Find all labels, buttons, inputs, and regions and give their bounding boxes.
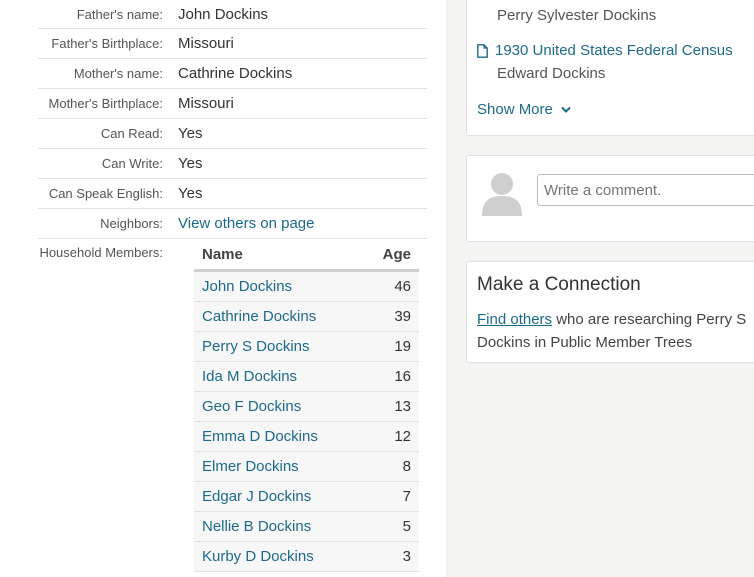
member-name-link[interactable]: Perry S Dockins <box>194 331 363 362</box>
census-person-name: Edward Dockins <box>497 65 606 82</box>
record-details-panel: Father's name: John Dockins Father's Birth… <box>0 0 446 577</box>
detail-row: Can Speak English: Yes <box>38 179 427 209</box>
detail-value: Cathrine Dockins <box>178 65 293 82</box>
col-name-header: Name <box>194 240 363 272</box>
member-name-link[interactable]: Geo F Dockins <box>194 391 363 422</box>
detail-row: Can Write: Yes <box>38 149 427 179</box>
detail-row: Can Read: Yes <box>38 119 427 149</box>
detail-label: Can Speak English: <box>48 186 163 201</box>
household-member-row: John Dockins 46 <box>194 270 419 302</box>
detail-label: Can Read: <box>100 126 163 141</box>
detail-value: John Dockins <box>178 5 269 23</box>
member-name-link[interactable]: Nellie B Dockins <box>194 511 363 542</box>
household-section: Household Members: Name Age John Dockins… <box>38 240 427 572</box>
member-age: 16 <box>362 361 419 392</box>
member-age: 39 <box>362 301 419 332</box>
make-connection-text: Find others who are researching Perry S … <box>477 308 752 354</box>
household-member-row: Elmer Dockins 8 <box>194 451 419 482</box>
household-member-row: Ida M Dockins 16 <box>194 361 419 392</box>
detail-label: Can Write: <box>101 156 163 171</box>
household-table: Name Age John Dockins 46 Cathrine Dockins 3… <box>194 240 419 572</box>
household-member-row: Nellie B Dockins 5 <box>194 511 419 542</box>
detail-row: Father's Birthplace: Missouri <box>38 29 427 59</box>
related-records-card: Perry Sylvester Dockins 1930 United Stat… <box>466 0 754 136</box>
member-age: 46 <box>362 270 419 302</box>
household-label: Household Members: <box>39 245 163 260</box>
member-age: 7 <box>362 481 419 512</box>
member-name-link[interactable]: Cathrine Dockins <box>194 301 363 332</box>
member-age: 19 <box>362 331 419 362</box>
comment-card <box>466 155 754 242</box>
detail-value: Missouri <box>178 35 234 52</box>
detail-label: Father's Birthplace: <box>51 36 163 51</box>
member-age: 3 <box>362 541 419 572</box>
detail-label: Neighbors: <box>100 216 163 231</box>
avatar-icon <box>482 173 522 216</box>
detail-value: Yes <box>178 185 203 202</box>
record-person-name: Perry Sylvester Dockins <box>497 7 657 24</box>
col-age-header: Age <box>362 240 419 272</box>
detail-label: Mother's Birthplace: <box>48 96 163 111</box>
detail-rows: Father's name: John Dockins Father's Birth… <box>38 0 427 239</box>
view-neighbors-link[interactable]: View others on page <box>178 215 315 232</box>
census-record-label: 1930 United States Federal Census <box>495 42 733 59</box>
find-others-link[interactable]: Find others <box>477 311 552 328</box>
detail-row: Neighbors: View others on page <box>38 209 427 239</box>
comment-input[interactable] <box>537 174 754 206</box>
member-name-link[interactable]: Ida M Dockins <box>194 361 363 392</box>
show-more-button[interactable]: Show More <box>477 101 571 118</box>
member-age: 13 <box>362 391 419 422</box>
member-age: 12 <box>362 421 419 452</box>
detail-row: Mother's Birthplace: Missouri <box>38 89 427 119</box>
household-member-row: Geo F Dockins 13 <box>194 391 419 422</box>
household-member-row: Emma D Dockins 12 <box>194 421 419 452</box>
member-name-link[interactable]: John Dockins <box>194 270 363 302</box>
make-connection-title: Make a Connection <box>477 274 641 295</box>
chevron-down-icon <box>561 106 571 113</box>
detail-label: Father's name: <box>76 6 163 22</box>
detail-label: Mother's name: <box>73 66 163 81</box>
make-connection-card: Make a Connection Find others who are re… <box>466 261 754 363</box>
household-member-row: Cathrine Dockins 39 <box>194 301 419 332</box>
detail-value: Yes <box>178 125 203 142</box>
member-name-link[interactable]: Kurby D Dockins <box>194 541 363 572</box>
census-record-link[interactable]: 1930 United States Federal Census <box>477 42 733 59</box>
detail-row: Mother's name: Cathrine Dockins <box>38 59 427 89</box>
member-name-link[interactable]: Edgar J Dockins <box>194 481 363 512</box>
show-more-label: Show More <box>477 101 553 118</box>
member-name-link[interactable]: Emma D Dockins <box>194 421 363 452</box>
member-age: 8 <box>362 451 419 482</box>
member-age: 5 <box>362 511 419 542</box>
detail-value: Yes <box>178 155 203 172</box>
household-member-row: Edgar J Dockins 7 <box>194 481 419 512</box>
detail-row: Father's name: John Dockins <box>38 0 427 29</box>
member-name-link[interactable]: Elmer Dockins <box>194 451 363 482</box>
household-member-row: Kurby D Dockins 3 <box>194 541 419 572</box>
detail-value: Missouri <box>178 95 234 112</box>
household-member-row: Perry S Dockins 19 <box>194 331 419 362</box>
document-icon <box>477 43 488 58</box>
household-header-row: Name Age <box>194 240 419 272</box>
